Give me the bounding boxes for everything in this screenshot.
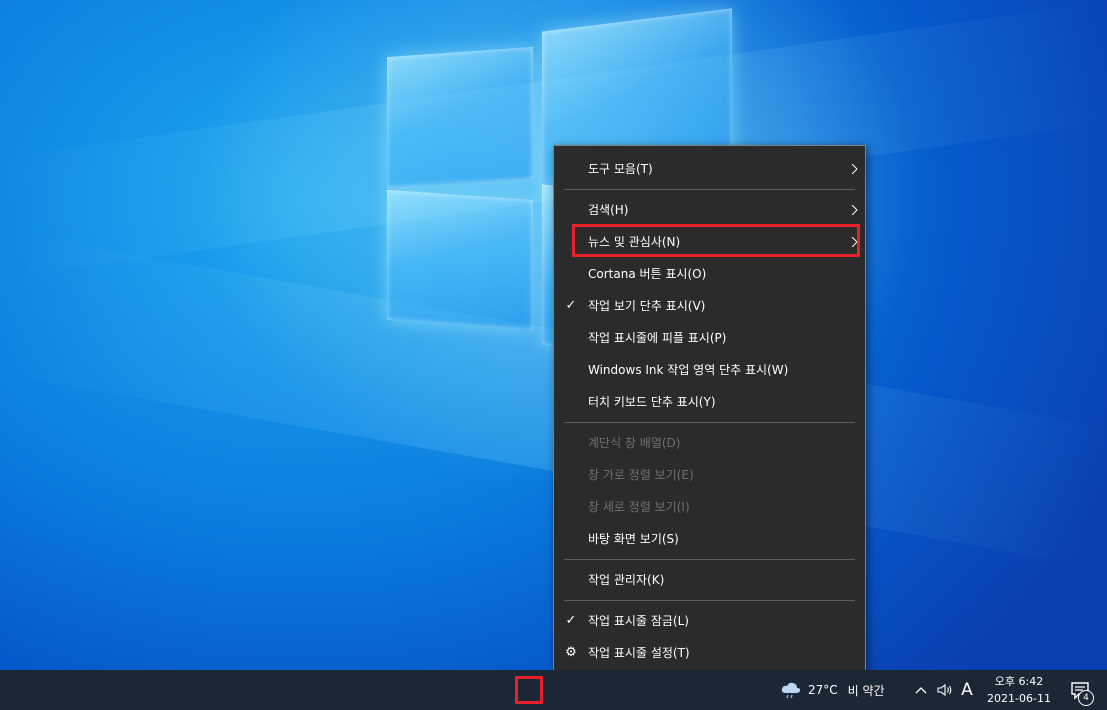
menu-item-news-interests[interactable]: 뉴스 및 관심사(N) [554, 226, 865, 258]
menu-separator [564, 600, 855, 601]
taskbar-clock[interactable]: 오후 6:42 2021-06-11 [984, 673, 1054, 707]
menu-item-windows-ink[interactable]: Windows Ink 작업 영역 단추 표시(W) [554, 354, 865, 386]
menu-item-touch-keyboard[interactable]: 터치 키보드 단추 표시(Y) [554, 386, 865, 418]
menu-item-label: 작업 보기 단추 표시(V) [588, 299, 706, 313]
menu-item-label: 작업 표시줄 설정(T) [588, 646, 690, 660]
cloud-rain-icon [781, 682, 801, 699]
clock-time: 오후 6:42 [994, 675, 1044, 688]
menu-item-label: 창 가로 정렬 보기(E) [588, 468, 694, 482]
menu-item-label: 작업 관리자(K) [588, 573, 665, 587]
chevron-right-icon [851, 164, 858, 174]
annotation-highlight-task-view [515, 676, 543, 704]
windows-logo-pane [387, 46, 533, 190]
menu-separator [564, 559, 855, 560]
chevron-right-icon [851, 205, 858, 215]
menu-item-cortana[interactable]: Cortana 버튼 표시(O) [554, 258, 865, 290]
menu-item-label: 검색(H) [588, 203, 629, 217]
menu-item-label: 바탕 화면 보기(S) [588, 532, 679, 546]
menu-item-side-by-side: 창 세로 정렬 보기(I) [554, 491, 865, 523]
menu-item-label: 작업 표시줄에 피플 표시(P) [588, 331, 727, 345]
volume-icon[interactable] [934, 679, 956, 701]
menu-item-task-manager[interactable]: 작업 관리자(K) [554, 564, 865, 596]
weather-condition: 비 약간 [847, 683, 885, 698]
menu-item-label: Windows Ink 작업 영역 단추 표시(W) [588, 363, 789, 377]
menu-item-lock-taskbar[interactable]: ✓ 작업 표시줄 잠금(L) [554, 605, 865, 637]
taskbar: 27°C 비 약간 A 오후 6:42 2021-06-11 [0, 670, 1107, 710]
menu-item-people[interactable]: 작업 표시줄에 피플 표시(P) [554, 322, 865, 354]
chevron-right-icon [851, 237, 858, 247]
menu-item-label: Cortana 버튼 표시(O) [588, 267, 707, 281]
input-method-indicator[interactable]: A [958, 679, 976, 701]
menu-item-label: 터치 키보드 단추 표시(Y) [588, 395, 716, 409]
menu-item-show-desktop[interactable]: 바탕 화면 보기(S) [554, 523, 865, 555]
gear-icon: ⚙ [565, 645, 577, 660]
windows-logo-pane [387, 189, 533, 331]
menu-item-label: 창 세로 정렬 보기(I) [588, 500, 690, 514]
taskbar-context-menu: 도구 모음(T) 검색(H) 뉴스 및 관심사(N) Cortana 버튼 표시… [553, 145, 866, 678]
checkmark-icon: ✓ [565, 298, 577, 313]
clock-date: 2021-06-11 [987, 692, 1051, 705]
menu-item-toolbars[interactable]: 도구 모음(T) [554, 153, 865, 185]
menu-item-label: 작업 표시줄 잠금(L) [588, 614, 689, 628]
show-hidden-icons-chevron-up-icon[interactable] [912, 679, 930, 701]
menu-separator [564, 189, 855, 190]
menu-item-label: 뉴스 및 관심사(N) [588, 235, 681, 249]
menu-item-taskbar-settings[interactable]: ⚙ 작업 표시줄 설정(T) [554, 637, 865, 669]
weather-temperature: 27°C [808, 683, 838, 697]
checkmark-icon: ✓ [565, 613, 577, 628]
menu-item-stacked: 창 가로 정렬 보기(E) [554, 459, 865, 491]
menu-item-label: 계단식 창 배열(D) [588, 436, 681, 450]
weather-widget[interactable]: 27°C 비 약간 [780, 678, 885, 702]
menu-item-label: 도구 모음(T) [588, 162, 653, 176]
menu-item-search[interactable]: 검색(H) [554, 194, 865, 226]
menu-item-task-view[interactable]: ✓ 작업 보기 단추 표시(V) [554, 290, 865, 322]
notification-count-badge: 4 [1078, 690, 1094, 706]
menu-separator [564, 422, 855, 423]
menu-item-cascade: 계단식 창 배열(D) [554, 427, 865, 459]
